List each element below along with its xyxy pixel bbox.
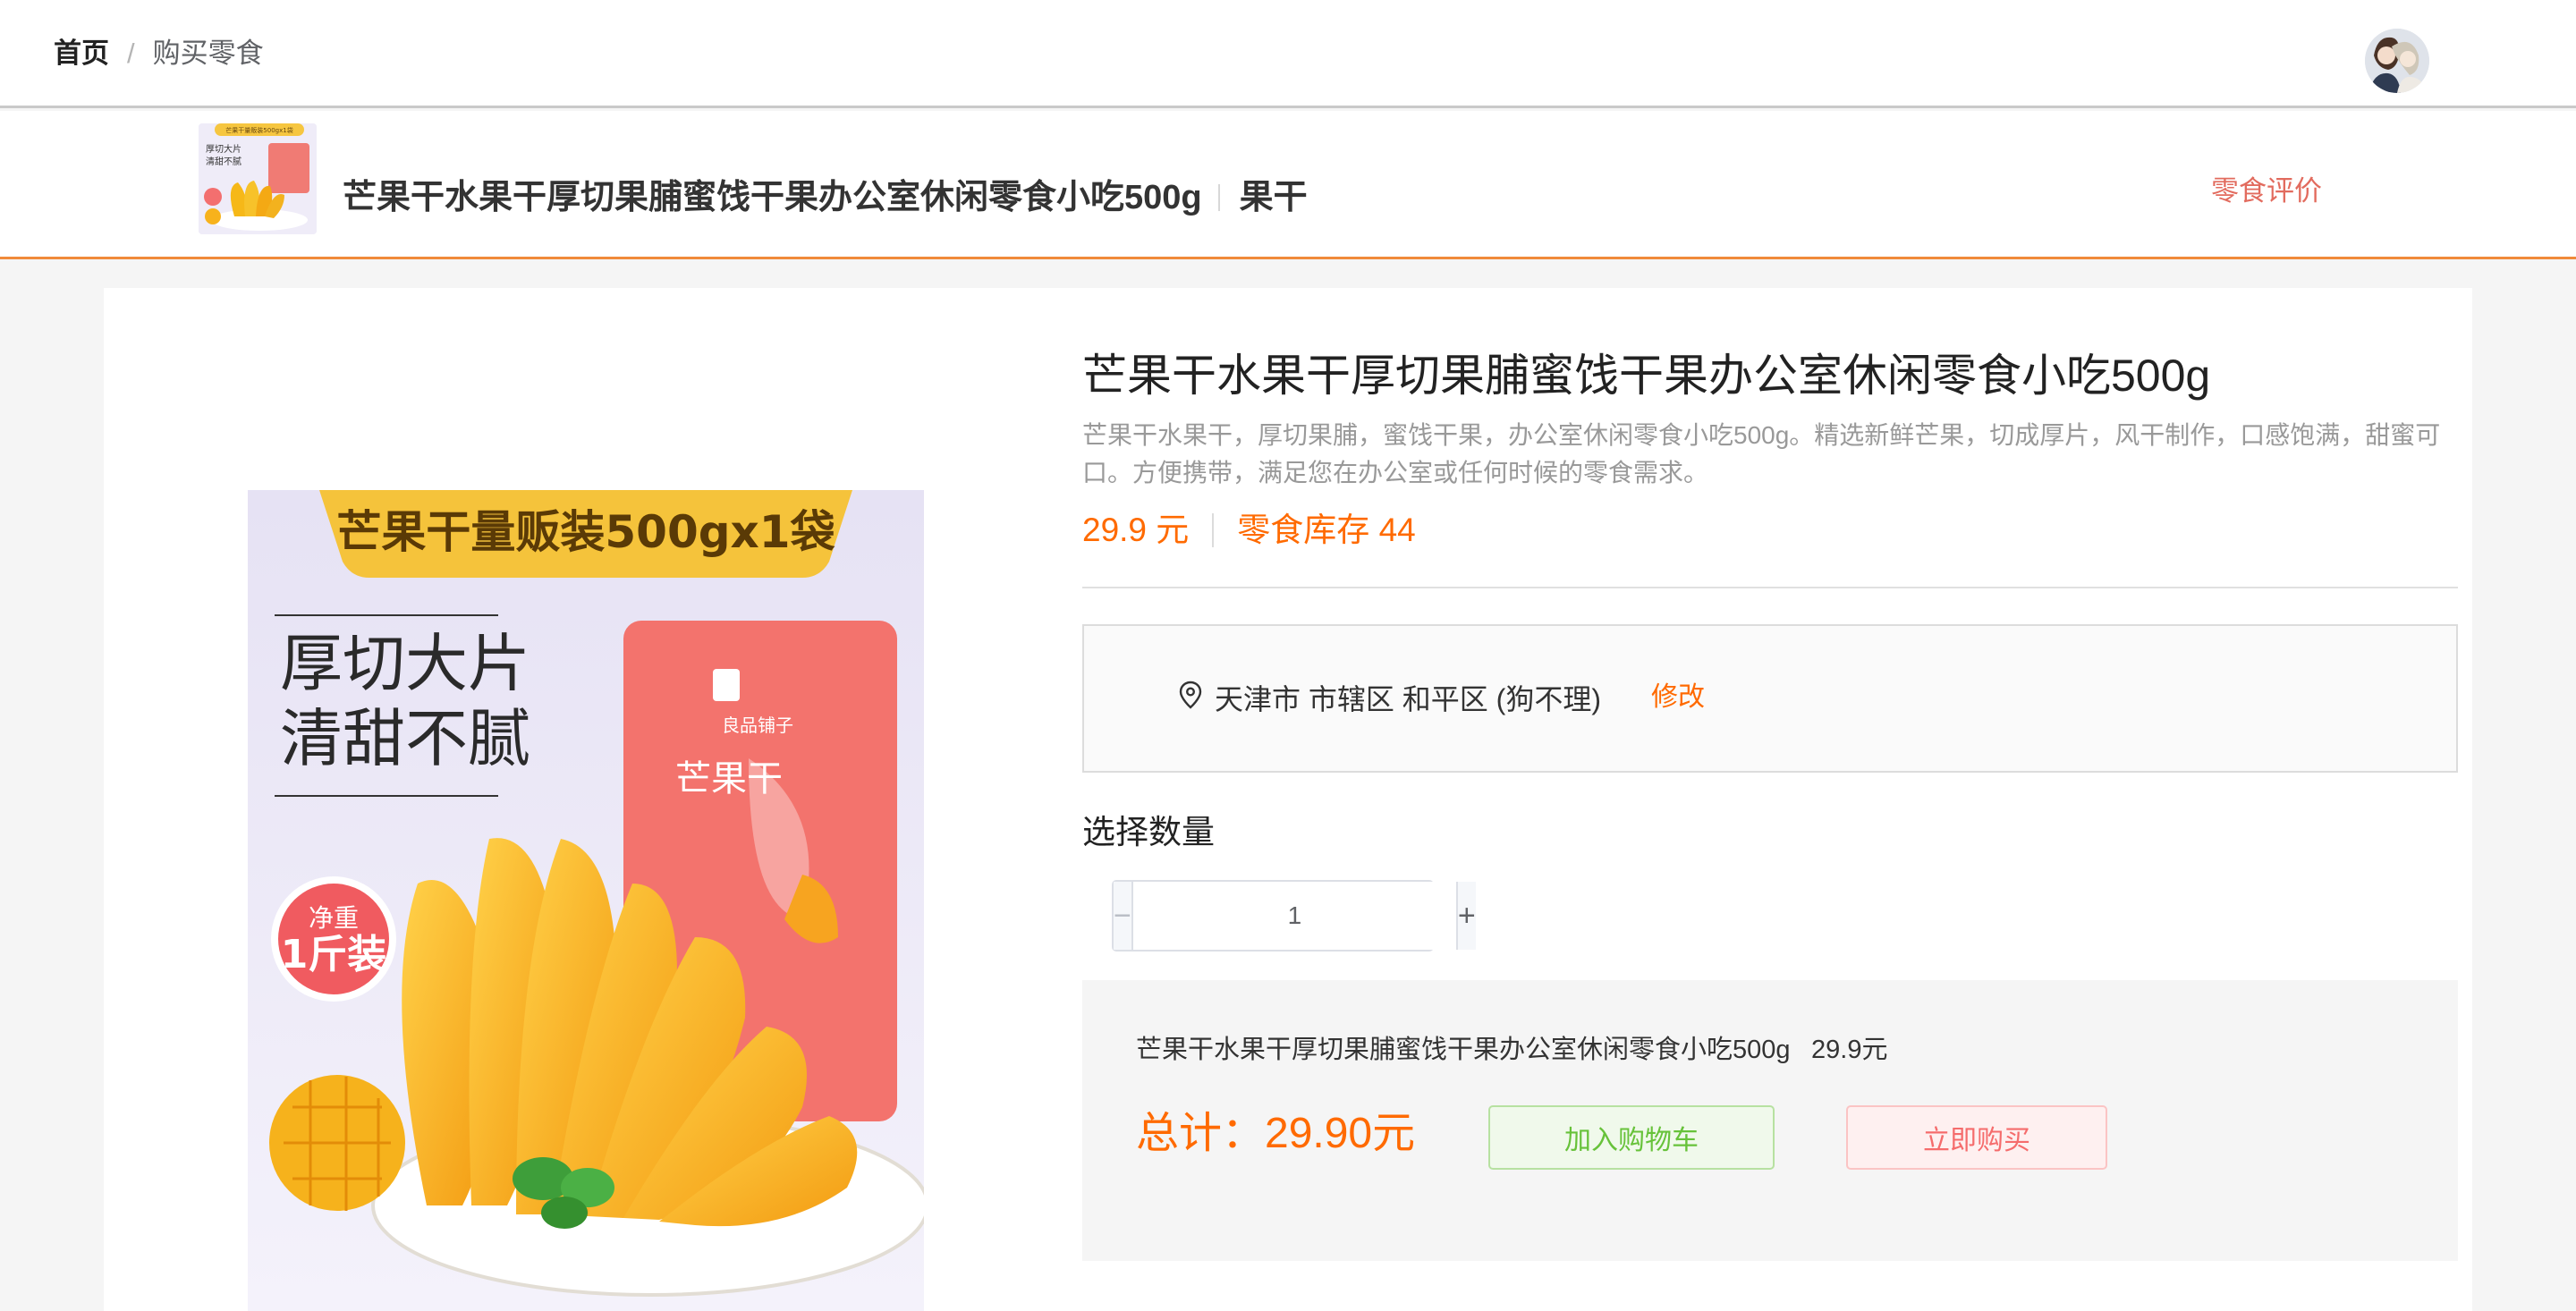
product-thumbnail: 芒果干量贩装500gx1袋 厚切大片 清甜不腻 (199, 123, 317, 234)
svg-text:厚切大片: 厚切大片 (280, 627, 530, 700)
product-main-image: 芒果干量贩装500gx1袋 厚切大片 清甜不腻 良品铺子 芒果干 净重 1斤装 (248, 490, 924, 1311)
header-divider (1217, 184, 1220, 211)
top-navbar: 首页 / 购买零食 (0, 0, 2576, 108)
info-divider (1082, 587, 2458, 588)
breadcrumb: 首页 / 购买零食 (54, 34, 264, 73)
breadcrumb-separator: / (127, 38, 135, 69)
user-avatar-icon[interactable] (2365, 29, 2429, 93)
svg-text:芒果干量贩装500gx1袋: 芒果干量贩装500gx1袋 (336, 506, 835, 558)
price-stock-row: 29.9 元 零食库存 44 (1082, 508, 1416, 553)
address-text: 天津市 市辖区 和平区 (狗不理) (1215, 683, 1601, 715)
svg-text:净重: 净重 (309, 903, 359, 933)
product-header-name: 芒果干水果干厚切果脯蜜饯干果办公室休闲零食小吃500g (343, 179, 1202, 216)
snack-review-link[interactable]: 零食评价 (2211, 168, 2322, 208)
summary-total: 总计：29.90元 (1136, 1110, 1416, 1157)
order-summary: 芒果干水果干厚切果脯蜜饯干果办公室休闲零食小吃500g 29.9元 总计：29.… (1082, 980, 2458, 1261)
svg-text:芒果干量贩装500gx1袋: 芒果干量贩装500gx1袋 (225, 126, 292, 134)
product-header-bar: 芒果干量贩装500gx1袋 厚切大片 清甜不腻 芒果干水果干厚切果脯蜜饯干果办公… (0, 111, 2576, 259)
product-header-title: 芒果干水果干厚切果脯蜜饯干果办公室休闲零食小吃500g 果干 (343, 175, 1308, 220)
product-category: 果干 (1239, 179, 1308, 216)
summary-item-name: 芒果干水果干厚切果脯蜜饯干果办公室休闲零食小吃500g (1136, 1036, 1791, 1064)
buy-now-button[interactable]: 立即购买 (1846, 1105, 2107, 1170)
address-box: 天津市 市辖区 和平区 (狗不理) 修改 (1082, 624, 2458, 773)
product-price: 29.9 元 (1082, 512, 1190, 548)
svg-text:厚切大片: 厚切大片 (206, 143, 242, 155)
add-to-cart-button[interactable]: 加入购物车 (1488, 1105, 1775, 1170)
breadcrumb-current: 购买零食 (152, 38, 264, 69)
summary-item-price: 29.9元 (1811, 1036, 1888, 1064)
edit-address-link[interactable]: 修改 (1651, 680, 1705, 715)
address-line: 天津市 市辖区 和平区 (狗不理) (1179, 680, 1601, 719)
product-title: 芒果干水果干厚切果脯蜜饯干果办公室休闲零食小吃500g (1082, 351, 2211, 401)
svg-text:清甜不腻: 清甜不腻 (280, 702, 530, 775)
quantity-decrease-button[interactable]: − (1114, 882, 1133, 950)
quantity-input[interactable] (1132, 882, 1456, 950)
breadcrumb-home-link[interactable]: 首页 (54, 34, 109, 73)
quantity-label: 选择数量 (1082, 814, 1215, 850)
quantity-stepper: − + (1112, 880, 1476, 952)
product-stock: 零食库存 44 (1237, 512, 1416, 548)
svg-text:1斤装: 1斤装 (281, 932, 387, 977)
quantity-increase-button[interactable]: + (1455, 882, 1476, 950)
svg-text:清甜不腻: 清甜不腻 (206, 156, 242, 167)
location-pin-icon (1179, 680, 1215, 719)
product-description: 芒果干水果干，厚切果脯，蜜饯干果，办公室休闲零食小吃500g。精选新鲜芒果，切成… (1082, 421, 2441, 486)
svg-text:良品铺子: 良品铺子 (722, 715, 793, 736)
price-divider (1212, 513, 1215, 547)
